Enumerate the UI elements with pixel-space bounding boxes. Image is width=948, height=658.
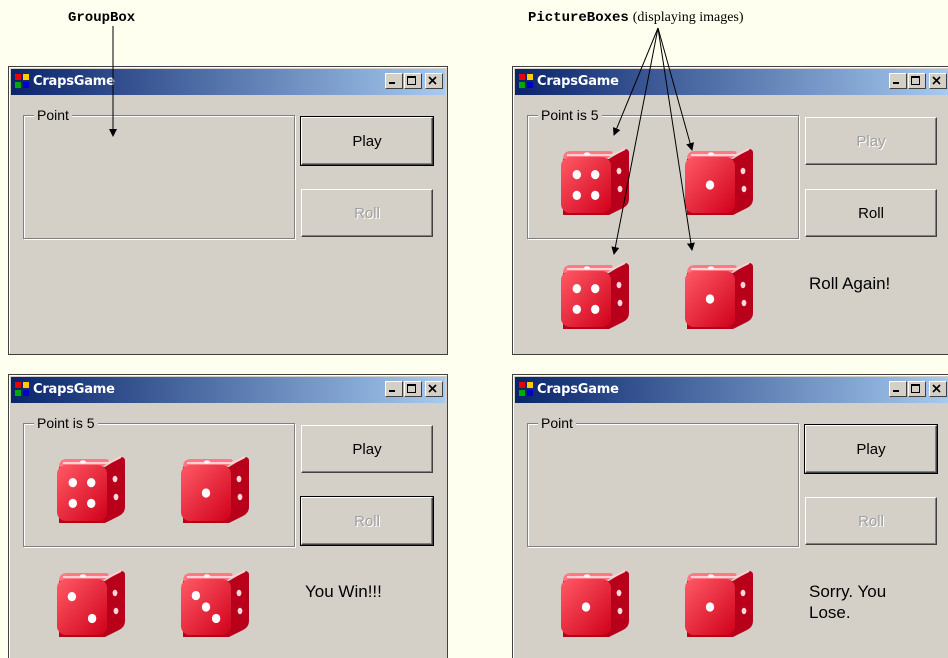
maximize-icon[interactable] (908, 73, 926, 89)
minimize-icon[interactable] (385, 73, 403, 89)
window-title: CrapsGame (537, 382, 619, 397)
groupbox-callout-label: GroupBox (68, 10, 136, 26)
craps-app-icon (15, 382, 29, 396)
point-die-2-picturebox (681, 145, 755, 215)
minimize-icon[interactable] (889, 381, 907, 397)
roll-button[interactable]: Roll (301, 189, 433, 237)
point-die-2-picturebox (177, 453, 251, 523)
play-button[interactable]: Play (804, 424, 938, 474)
window-title: CrapsGame (33, 74, 115, 89)
window-title: CrapsGame (537, 74, 619, 89)
play-button[interactable]: Play (301, 425, 433, 473)
title-bar[interactable]: CrapsGame (515, 377, 948, 403)
close-icon[interactable] (425, 381, 443, 397)
roll-button[interactable]: Roll (805, 497, 937, 545)
roll-die-2-picturebox (681, 567, 755, 637)
roll-die-2-picturebox (177, 567, 251, 637)
craps-window-win: CrapsGame Point is 5 Play Roll You Win!!… (8, 374, 448, 658)
status-label: Sorry. You Lose. (809, 581, 886, 623)
close-icon[interactable] (929, 381, 947, 397)
groupbox-label: Point (34, 107, 72, 123)
craps-app-icon (519, 74, 533, 88)
roll-die-1-picturebox (557, 567, 631, 637)
pictureboxes-callout-label: PictureBoxes (528, 10, 629, 26)
craps-window-roll-again: CrapsGame Point is 5 Play Roll Roll Agai… (512, 66, 948, 355)
pictureboxes-callout-note: (displaying images) (632, 10, 744, 25)
status-line-1: Sorry. You (809, 582, 887, 601)
roll-die-1-picturebox (53, 567, 127, 637)
craps-window-initial: CrapsGame Point Play Roll (8, 66, 448, 355)
title-bar[interactable]: CrapsGame (11, 69, 445, 95)
window-title: CrapsGame (33, 382, 115, 397)
play-button[interactable]: Play (805, 117, 937, 165)
close-icon[interactable] (929, 73, 947, 89)
roll-button[interactable]: Roll (300, 496, 434, 546)
point-groupbox: Point (527, 415, 799, 547)
minimize-icon[interactable] (889, 73, 907, 89)
maximize-icon[interactable] (404, 73, 422, 89)
status-label: Roll Again! (809, 274, 891, 293)
pictureboxes-callout: PictureBoxes (displaying images) (528, 8, 744, 26)
craps-window-lose: CrapsGame Point Play Roll Sorry. You Los… (512, 374, 948, 658)
groupbox-label: Point is 5 (34, 415, 98, 431)
groupbox-callout: GroupBox (68, 8, 135, 26)
groupbox-label: Point (538, 415, 576, 431)
title-bar[interactable]: CrapsGame (515, 69, 948, 95)
roll-die-2-picturebox (681, 259, 755, 329)
roll-button[interactable]: Roll (805, 189, 937, 237)
point-groupbox: Point (23, 107, 295, 239)
minimize-icon[interactable] (385, 381, 403, 397)
status-label: You Win!!! (305, 582, 382, 601)
maximize-icon[interactable] (404, 381, 422, 397)
title-bar[interactable]: CrapsGame (11, 377, 445, 403)
roll-die-1-picturebox (557, 259, 631, 329)
status-line-2: Lose. (809, 603, 851, 622)
craps-app-icon (15, 74, 29, 88)
play-button[interactable]: Play (300, 116, 434, 166)
close-icon[interactable] (425, 73, 443, 89)
point-die-1-picturebox (557, 145, 631, 215)
groupbox-label: Point is 5 (538, 107, 602, 123)
maximize-icon[interactable] (908, 381, 926, 397)
point-die-1-picturebox (53, 453, 127, 523)
craps-app-icon (519, 382, 533, 396)
